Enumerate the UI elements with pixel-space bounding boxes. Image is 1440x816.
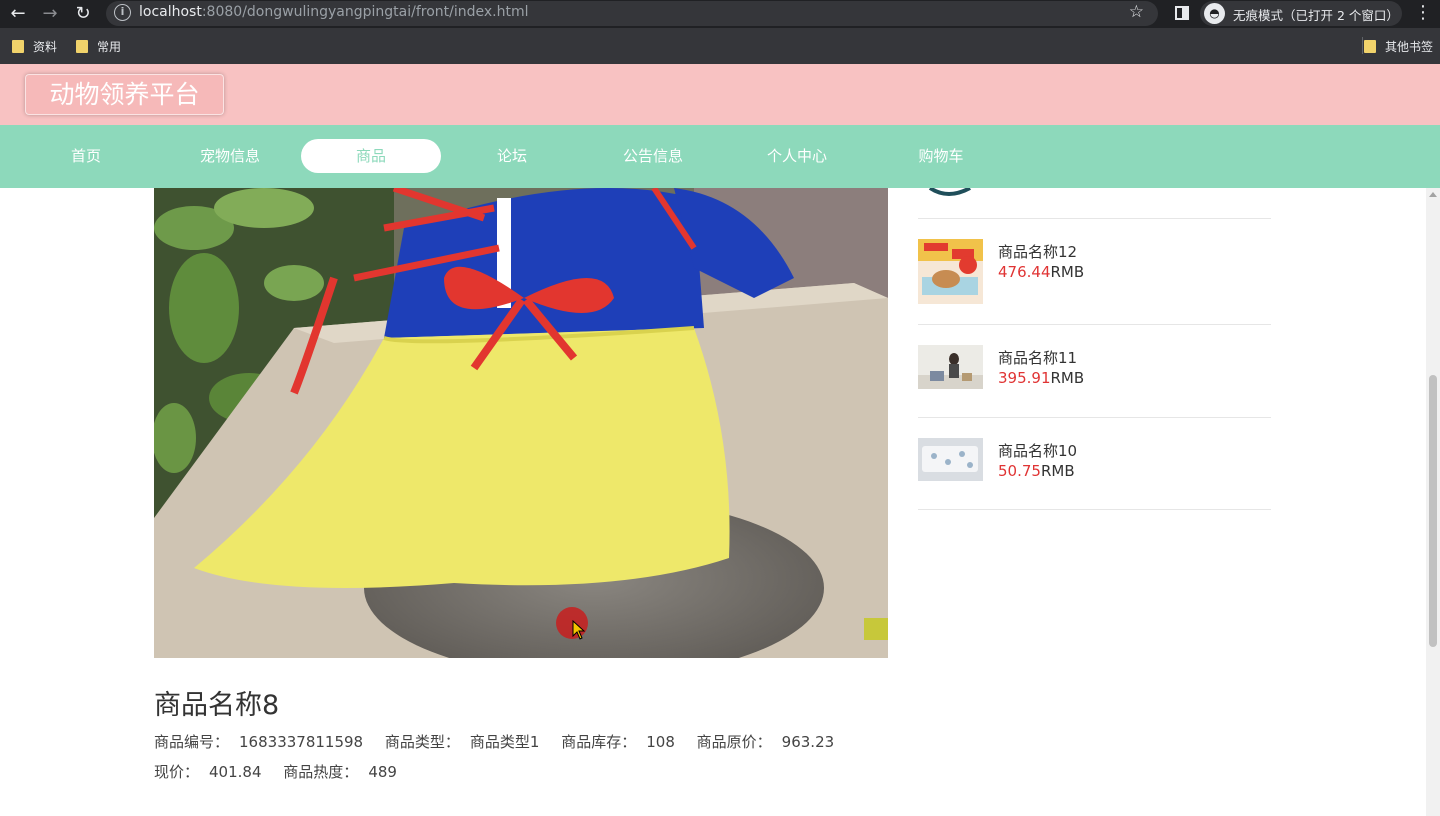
- folder-icon: [1364, 40, 1376, 53]
- nav-products[interactable]: 商品: [301, 139, 441, 173]
- field-label: 商品原价：: [696, 733, 772, 751]
- url-text: localhost:8080/dongwulingyangpingtai/fro…: [139, 4, 529, 20]
- rec-price: 50.75RMB: [998, 462, 1075, 480]
- mouse-cursor-icon: [572, 620, 586, 640]
- nav-forum[interactable]: 论坛: [442, 139, 582, 173]
- rec-divider: [918, 324, 1271, 325]
- field-value: 489: [368, 763, 397, 781]
- folder-icon: [76, 40, 88, 53]
- field-value: 401.84: [209, 763, 262, 781]
- field-label: 商品库存：: [561, 733, 637, 751]
- rec-name[interactable]: 商品名称11: [998, 347, 1077, 368]
- page-scrollbar[interactable]: [1426, 188, 1440, 816]
- incognito-badge[interactable]: ◓ 无痕模式（已打开 2 个窗口）: [1200, 1, 1402, 26]
- side-panel-icon[interactable]: [1175, 6, 1189, 20]
- scrollbar-thumb[interactable]: [1429, 375, 1437, 647]
- nav-cart[interactable]: 购物车: [871, 139, 1011, 173]
- nav-home[interactable]: 首页: [16, 139, 156, 173]
- site-header: 动物领养平台: [0, 64, 1440, 125]
- rec-thumb[interactable]: [918, 239, 983, 304]
- browser-toolbar: ← → ↻ i localhost:8080/dongwulingyangpin…: [0, 0, 1440, 28]
- rec-price: 476.44RMB: [998, 263, 1085, 281]
- rec-divider: [918, 218, 1271, 219]
- site-title[interactable]: 动物领养平台: [25, 74, 224, 115]
- site-info-icon[interactable]: i: [114, 4, 131, 21]
- bookmark-folder-ziliao[interactable]: 资料: [12, 38, 57, 55]
- rec-name[interactable]: 商品名称12: [998, 241, 1077, 262]
- product-name: 商品名称8: [154, 690, 280, 721]
- rec-thumb-partial: [928, 188, 971, 196]
- product-meta-line-2: 现价： 401.84 商品热度： 489: [154, 761, 414, 782]
- forward-icon[interactable]: →: [38, 2, 62, 26]
- incognito-icon: ◓: [1204, 3, 1225, 24]
- product-meta-line-1: 商品编号： 1683337811598 商品类型： 商品类型1 商品库存： 108 商…: [154, 731, 851, 752]
- bookmark-folder-other[interactable]: 其他书签: [1364, 38, 1433, 55]
- address-bar[interactable]: i localhost:8080/dongwulingyangpingtai/f…: [106, 1, 1158, 26]
- bookmarks-bar: 资料 常用 其他书签: [0, 28, 1440, 64]
- field-value: 商品类型1: [469, 733, 540, 751]
- back-icon[interactable]: ←: [6, 2, 30, 26]
- field-label: 商品类型：: [384, 733, 460, 751]
- bookmark-star-icon[interactable]: ☆: [1129, 2, 1144, 22]
- folder-icon: [12, 40, 24, 53]
- field-value: 963.23: [781, 733, 835, 751]
- nav-personal-center[interactable]: 个人中心: [727, 139, 867, 173]
- product-image: [154, 188, 888, 658]
- incognito-label: 无痕模式（已打开 2 个窗口）: [1233, 8, 1399, 23]
- nav-pet-info[interactable]: 宠物信息: [160, 139, 300, 173]
- reload-icon[interactable]: ↻: [71, 2, 95, 26]
- scroll-up-icon[interactable]: [1429, 192, 1437, 197]
- rec-name[interactable]: 商品名称10: [998, 440, 1077, 461]
- product-detail-content: 商品名称8 商品编号： 1683337811598 商品类型： 商品类型1 商品库存…: [0, 188, 1426, 816]
- nav-notices[interactable]: 公告信息: [583, 139, 723, 173]
- browser-menu-icon[interactable]: ⋮: [1414, 2, 1432, 23]
- field-label: 商品热度：: [283, 763, 359, 781]
- field-value: 108: [646, 733, 675, 751]
- field-label: 现价：: [154, 763, 200, 781]
- main-nav: 首页 宠物信息 商品 论坛 公告信息 个人中心 购物车: [0, 125, 1440, 188]
- rec-divider: [918, 417, 1271, 418]
- bookmark-folder-changyong[interactable]: 常用: [76, 38, 121, 55]
- rec-thumb[interactable]: [918, 438, 983, 481]
- field-label: 商品编号：: [154, 733, 230, 751]
- rec-thumb[interactable]: [918, 345, 983, 389]
- field-value: 1683337811598: [239, 733, 364, 751]
- rec-price: 395.91RMB: [998, 369, 1085, 387]
- bookmarks-separator: [1362, 37, 1363, 54]
- rec-divider: [918, 509, 1271, 510]
